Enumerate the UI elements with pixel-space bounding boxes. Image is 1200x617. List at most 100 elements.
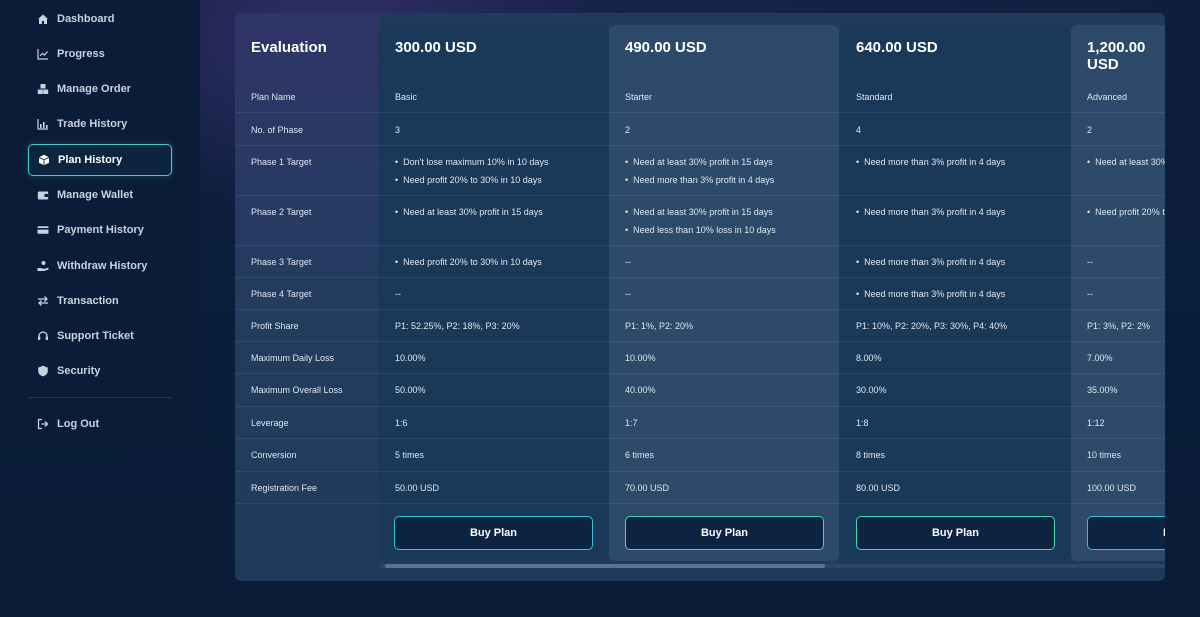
row-label-phase2: Phase 2 Target bbox=[251, 207, 312, 217]
phase-target: Need profit 20% to 30% in 10 days bbox=[395, 175, 542, 185]
buy-plan-button[interactable]: Buy Plan bbox=[625, 516, 824, 550]
cube-icon bbox=[38, 154, 50, 166]
conversion: 8 times bbox=[856, 450, 886, 460]
phase-target: Need more than 3% profit in 4 days bbox=[856, 289, 1005, 299]
sidebar-item-support-ticket[interactable]: Support Ticket bbox=[28, 320, 172, 352]
row-label-profit-share: Profit Share bbox=[251, 321, 299, 331]
max-daily-loss: 7.00% bbox=[1087, 353, 1113, 363]
registration-fee: 100.00 USD bbox=[1087, 483, 1137, 493]
row-divider bbox=[235, 145, 1165, 146]
phase-target: -- bbox=[625, 257, 631, 267]
row-divider bbox=[235, 309, 1165, 310]
headset-icon bbox=[37, 330, 49, 342]
sidebar-item-label: Trade History bbox=[57, 118, 128, 130]
bar-chart-icon bbox=[37, 118, 49, 130]
logout-button[interactable]: Log Out bbox=[28, 408, 172, 440]
sidebar-item-dashboard[interactable]: Dashboard bbox=[28, 3, 172, 35]
buy-plan-button[interactable]: Buy Plan bbox=[1087, 516, 1165, 550]
row-divider bbox=[235, 277, 1165, 278]
row-divider bbox=[235, 373, 1165, 374]
sidebar-item-security[interactable]: Security bbox=[28, 355, 172, 387]
phase-target: Don't lose maximum 10% in 10 days bbox=[395, 157, 548, 167]
max-overall-loss: 30.00% bbox=[856, 385, 887, 395]
row-label-plan-name: Plan Name bbox=[251, 92, 296, 102]
buy-plan-button[interactable]: Buy Plan bbox=[856, 516, 1055, 550]
max-overall-loss: 35.00% bbox=[1087, 385, 1118, 395]
max-overall-loss: 50.00% bbox=[395, 385, 426, 395]
row-divider bbox=[235, 471, 1165, 472]
plan-column-advanced bbox=[1071, 25, 1165, 561]
max-daily-loss: 8.00% bbox=[856, 353, 882, 363]
profit-share: P1: 10%, P2: 20%, P3: 30%, P4: 40% bbox=[856, 321, 1008, 331]
plan-name: Starter bbox=[625, 92, 653, 102]
sidebar-item-manage-order[interactable]: Manage Order bbox=[28, 73, 172, 105]
max-daily-loss: 10.00% bbox=[625, 353, 656, 363]
conversion: 6 times bbox=[625, 450, 655, 460]
sidebar-item-label: Progress bbox=[57, 48, 105, 60]
chart-line-icon bbox=[37, 48, 49, 60]
plan-phase-count: 2 bbox=[625, 125, 631, 135]
boxes-icon bbox=[37, 83, 49, 95]
sidebar-item-payment-history[interactable]: Payment History bbox=[28, 214, 172, 246]
conversion: 10 times bbox=[1087, 450, 1122, 460]
registration-fee: 70.00 USD bbox=[625, 483, 670, 493]
logout-label: Log Out bbox=[57, 418, 100, 430]
sidebar-item-label: Payment History bbox=[57, 224, 144, 236]
sidebar-item-transaction[interactable]: Transaction bbox=[28, 285, 172, 317]
home-icon bbox=[37, 13, 49, 25]
plan-name: Advanced bbox=[1087, 92, 1128, 102]
row-divider bbox=[235, 406, 1165, 407]
sidebar-item-progress[interactable]: Progress bbox=[28, 38, 172, 70]
row-label-leverage: Leverage bbox=[251, 418, 289, 428]
sidebar-item-plan-history[interactable]: Plan History bbox=[28, 144, 172, 176]
sidebar-item-label: Manage Wallet bbox=[57, 189, 133, 201]
row-label-conversion: Conversion bbox=[251, 450, 297, 460]
row-label-registration-fee: Registration Fee bbox=[251, 483, 318, 493]
phase-target: Need at least 30% profit in 15 days bbox=[395, 207, 543, 217]
plan-price: 300.00 USD bbox=[395, 39, 477, 56]
sidebar-item-withdraw-history[interactable]: Withdraw History bbox=[28, 250, 172, 282]
row-divider bbox=[235, 438, 1165, 439]
sidebar-item-label: Plan History bbox=[58, 154, 123, 166]
phase-target: Need at least 30% profit in 15 days bbox=[625, 207, 773, 217]
profit-share: P1: 3%, P2: 2% bbox=[1087, 321, 1151, 331]
phase-target: Need profit 20% to 30% in 10 days bbox=[395, 257, 542, 267]
row-label-phase4: Phase 4 Target bbox=[251, 289, 312, 299]
sidebar-item-label: Manage Order bbox=[57, 83, 131, 95]
max-daily-loss: 10.00% bbox=[395, 353, 426, 363]
plan-price: 640.00 USD bbox=[856, 39, 938, 56]
scrollbar-thumb[interactable] bbox=[385, 564, 825, 568]
logout-icon bbox=[37, 418, 49, 430]
plan-comparison-table: Evaluation 300.00 USD 490.00 USD 640.00 … bbox=[235, 13, 1165, 581]
buy-plan-button[interactable]: Buy Plan bbox=[394, 516, 593, 550]
profit-share: P1: 52.25%, P2: 18%, P3: 20% bbox=[395, 321, 520, 331]
row-label-phase3: Phase 3 Target bbox=[251, 257, 312, 267]
row-label-phase1: Phase 1 Target bbox=[251, 157, 312, 167]
row-label-max-overall-loss: Maximum Overall Loss bbox=[251, 385, 343, 395]
row-divider bbox=[235, 112, 1165, 113]
plan-phase-count: 2 bbox=[1087, 125, 1093, 135]
phase-target: Need more than 3% profit in 4 days bbox=[856, 157, 1005, 167]
sidebar: Dashboard Progress Manage Order Trade Hi… bbox=[0, 0, 200, 445]
phase-target: -- bbox=[1087, 257, 1093, 267]
sidebar-divider bbox=[28, 397, 172, 398]
plan-column-starter bbox=[609, 25, 839, 561]
sidebar-item-label: Transaction bbox=[57, 295, 119, 307]
plan-name: Standard bbox=[856, 92, 893, 102]
sidebar-item-manage-wallet[interactable]: Manage Wallet bbox=[28, 179, 172, 211]
sidebar-item-trade-history[interactable]: Trade History bbox=[28, 108, 172, 140]
phase-target: Need profit 20% to 30% in 10 days bbox=[1087, 207, 1165, 217]
plan-name: Basic bbox=[395, 92, 418, 102]
table-title: Evaluation bbox=[251, 39, 327, 56]
plan-price: 1,200.00 USD bbox=[1087, 39, 1146, 73]
phase-target: Need less than 10% loss in 10 days bbox=[625, 225, 776, 235]
sidebar-item-label: Support Ticket bbox=[57, 330, 134, 342]
row-divider bbox=[235, 503, 1165, 504]
phase-target: -- bbox=[395, 289, 401, 299]
row-label-max-daily-loss: Maximum Daily Loss bbox=[251, 353, 335, 363]
plan-column-basic bbox=[379, 25, 609, 561]
phase-target: -- bbox=[1087, 289, 1093, 299]
sidebar-item-label: Security bbox=[57, 365, 101, 377]
exchange-icon bbox=[37, 295, 49, 307]
phase-target: Need at least 30% profit in 15 days bbox=[1087, 157, 1165, 167]
